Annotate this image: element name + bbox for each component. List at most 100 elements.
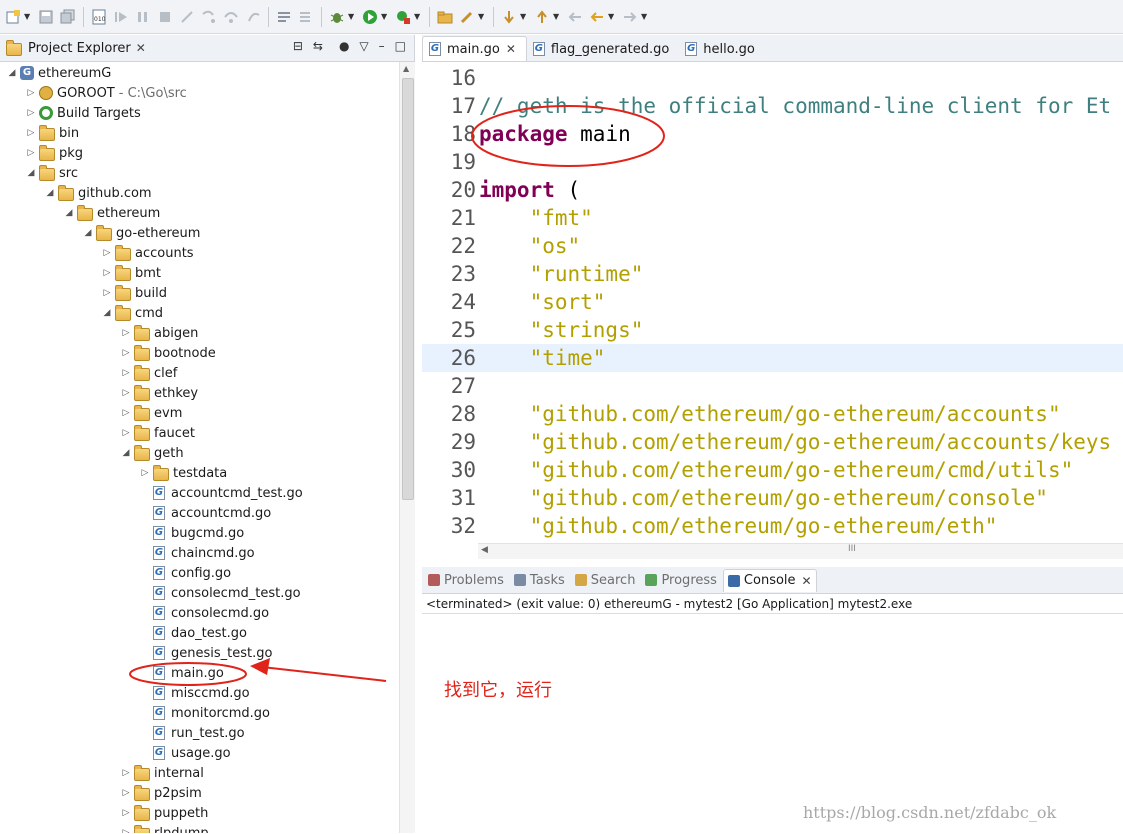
forward-icon[interactable] xyxy=(621,8,639,26)
editor-tab[interactable]: Gmain.go ✕ xyxy=(422,36,527,61)
tree-item[interactable]: ▷ bin xyxy=(25,123,79,143)
tree-item[interactable]: Gmonitorcmd.go xyxy=(139,703,270,723)
disconnect-icon[interactable] xyxy=(178,8,196,26)
chevron-down-icon[interactable]: ▼ xyxy=(641,12,649,21)
collapse-arrow-icon[interactable]: ◢ xyxy=(101,308,113,318)
link-editor-icon[interactable]: ⇆ xyxy=(313,39,323,53)
code-line[interactable]: 32 "github.com/ethereum/go-ethereum/eth" xyxy=(422,512,1123,540)
tree-item[interactable]: ▷ internal xyxy=(120,763,204,783)
tree-item[interactable]: Gmisccmd.go xyxy=(139,683,250,703)
code-line[interactable]: 24 "sort" xyxy=(422,288,1123,316)
scroll-up-icon[interactable]: ▲ xyxy=(403,64,409,73)
collapse-arrow-icon[interactable]: ◢ xyxy=(6,68,18,78)
code-line[interactable]: 20 import ( xyxy=(422,176,1123,204)
expand-arrow-icon[interactable]: ▷ xyxy=(120,388,132,398)
scrollbar-grip[interactable]: III xyxy=(848,544,856,554)
expand-arrow-icon[interactable]: ▷ xyxy=(101,268,113,278)
tree-item[interactable]: Gbugcmd.go xyxy=(139,523,244,543)
tab-console[interactable]: Console ✕ xyxy=(722,568,817,592)
code-line[interactable]: 17// geth is the official command-line c… xyxy=(422,92,1123,120)
terminate-icon[interactable] xyxy=(156,8,174,26)
tree-item[interactable]: ▷ clef xyxy=(120,363,177,383)
chevron-down-icon[interactable]: ▼ xyxy=(478,12,486,21)
minimize-icon[interactable]: – xyxy=(379,39,385,53)
tree-item[interactable]: ◢ github.com xyxy=(44,183,152,203)
console-output[interactable] xyxy=(422,613,1123,834)
code-line[interactable]: 25 "strings" xyxy=(422,316,1123,344)
code-area[interactable]: 16 17// geth is the official command-line… xyxy=(422,62,1123,546)
vertical-scrollbar[interactable]: ▲ xyxy=(399,62,415,833)
save-icon[interactable] xyxy=(37,8,55,26)
expand-arrow-icon[interactable]: ▷ xyxy=(120,348,132,358)
collapse-arrow-icon[interactable]: ◢ xyxy=(63,208,75,218)
code-line[interactable]: 23 "runtime" xyxy=(422,260,1123,288)
code-line[interactable]: 22 "os" xyxy=(422,232,1123,260)
collapse-all-icon[interactable]: ⊟ xyxy=(293,39,303,53)
run-external-icon[interactable] xyxy=(394,8,412,26)
chevron-down-icon[interactable]: ▼ xyxy=(553,12,561,21)
tree-item[interactable]: ▷ bmt xyxy=(101,263,161,283)
chevron-down-icon[interactable]: ▼ xyxy=(348,12,356,21)
tree-item[interactable]: ◢ src xyxy=(25,163,78,183)
expand-arrow-icon[interactable]: ▷ xyxy=(25,148,37,158)
last-edit-icon[interactable] xyxy=(566,8,584,26)
tab-project-explorer[interactable]: Project Explorer ✕ xyxy=(2,37,150,59)
expand-arrow-icon[interactable]: ▷ xyxy=(139,468,151,478)
step-over-icon[interactable] xyxy=(222,8,240,26)
tree-item[interactable]: Gusage.go xyxy=(139,743,231,763)
tab-search[interactable]: Search xyxy=(571,569,640,591)
drop-to-frame-icon[interactable] xyxy=(297,8,315,26)
tree-item[interactable]: Gmain.go xyxy=(139,663,224,683)
code-line[interactable]: 31 "github.com/ethereum/go-ethereum/cons… xyxy=(422,484,1123,512)
scrollbar-thumb[interactable] xyxy=(402,78,414,500)
tree-item[interactable]: ▷ evm xyxy=(120,403,182,423)
code-line[interactable]: 16 xyxy=(422,64,1123,92)
expand-arrow-icon[interactable]: ▷ xyxy=(120,808,132,818)
close-icon[interactable]: ✕ xyxy=(136,41,146,55)
new-wizard-icon[interactable] xyxy=(4,8,22,26)
tree-item[interactable]: ▷ pkg xyxy=(25,143,83,163)
tab-progress[interactable]: Progress xyxy=(641,569,720,591)
maximize-icon[interactable]: □ xyxy=(395,39,406,53)
suspend-icon[interactable] xyxy=(134,8,152,26)
chevron-down-icon[interactable]: ▼ xyxy=(24,12,32,21)
collapse-arrow-icon[interactable]: ◢ xyxy=(120,448,132,458)
tree-item[interactable]: ◢ go-ethereum xyxy=(82,223,200,243)
collapse-arrow-icon[interactable]: ◢ xyxy=(44,188,56,198)
expand-arrow-icon[interactable]: ▷ xyxy=(120,368,132,378)
code-line[interactable]: 19 xyxy=(422,148,1123,176)
debug-icon[interactable] xyxy=(328,8,346,26)
tree-item[interactable]: ▷ Build Targets xyxy=(25,103,141,123)
open-console-icon[interactable] xyxy=(275,8,293,26)
tree-item[interactable]: Gconfig.go xyxy=(139,563,231,583)
editor-tab[interactable]: Ghello.go xyxy=(679,37,765,61)
back-icon[interactable] xyxy=(588,8,606,26)
editor-tab[interactable]: Gflag_generated.go xyxy=(527,37,679,61)
code-line[interactable]: 30 "github.com/ethereum/go-ethereum/cmd/… xyxy=(422,456,1123,484)
expand-arrow-icon[interactable]: ▷ xyxy=(101,248,113,258)
tab-tasks[interactable]: Tasks xyxy=(510,569,569,591)
code-line[interactable]: 29 "github.com/ethereum/go-ethereum/acco… xyxy=(422,428,1123,456)
tree-item[interactable]: Grun_test.go xyxy=(139,723,245,743)
code-line[interactable]: 28 "github.com/ethereum/go-ethereum/acco… xyxy=(422,400,1123,428)
step-return-icon[interactable] xyxy=(244,8,262,26)
expand-arrow-icon[interactable]: ▷ xyxy=(101,288,113,298)
scroll-left-icon[interactable]: ◀ xyxy=(481,545,488,555)
tree-item[interactable]: ▷ abigen xyxy=(120,323,198,343)
expand-arrow-icon[interactable]: ▷ xyxy=(120,408,132,418)
tree-item[interactable]: Gdao_test.go xyxy=(139,623,247,643)
close-icon[interactable]: ✕ xyxy=(506,42,516,56)
next-annotation-icon[interactable] xyxy=(500,8,518,26)
expand-arrow-icon[interactable]: ▷ xyxy=(25,128,37,138)
view-menu-icon[interactable]: ▽ xyxy=(359,39,368,53)
run-icon[interactable] xyxy=(361,8,379,26)
horizontal-scrollbar[interactable]: ◀ III xyxy=(478,543,1123,559)
tree-item[interactable]: Gconsolecmd_test.go xyxy=(139,583,301,603)
tree-item[interactable]: ◢ geth xyxy=(120,443,184,463)
tree-item[interactable]: ▷ build xyxy=(101,283,167,303)
code-line[interactable]: 27 xyxy=(422,372,1123,400)
expand-arrow-icon[interactable]: ▷ xyxy=(25,108,37,118)
tree-item[interactable]: ▷ puppeth xyxy=(120,803,208,823)
chevron-down-icon[interactable]: ▼ xyxy=(381,12,389,21)
step-into-icon[interactable] xyxy=(200,8,218,26)
